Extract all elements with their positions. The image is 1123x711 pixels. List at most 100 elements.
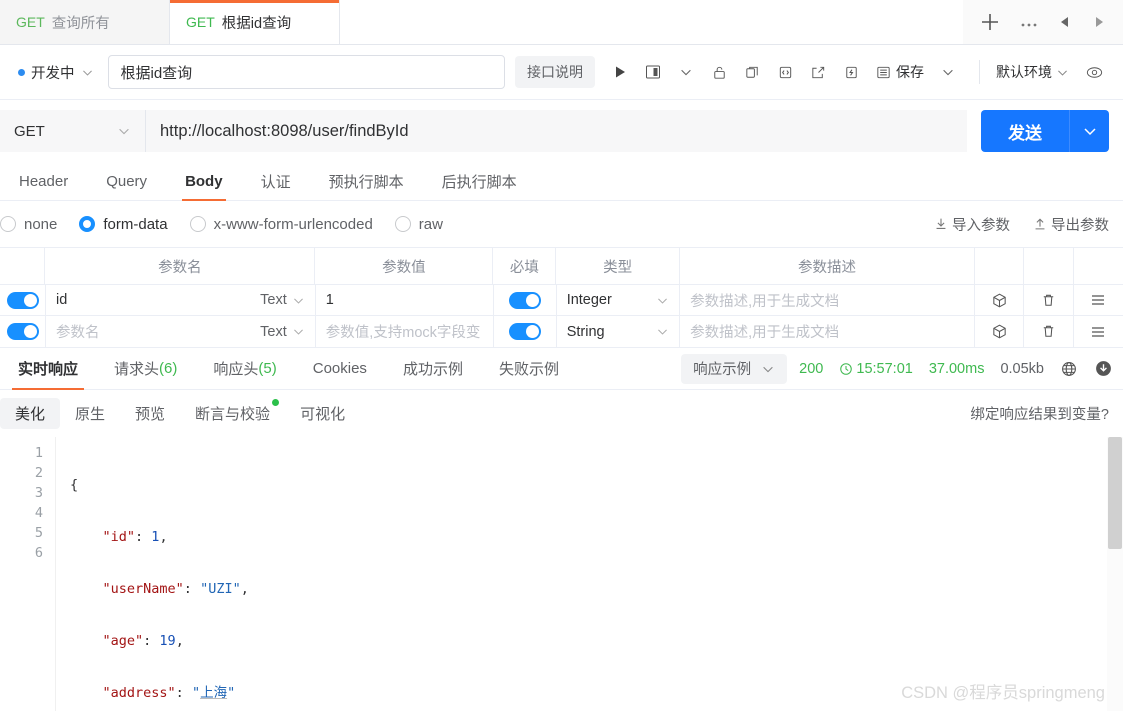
download-icon bbox=[936, 218, 946, 229]
cube-icon bbox=[991, 323, 1008, 340]
chevron-down-icon bbox=[658, 329, 668, 335]
code-icon[interactable] bbox=[770, 57, 800, 87]
save-dropdown-icon[interactable] bbox=[933, 57, 963, 87]
request-tab-strip: GET 查询所有 GET 根据id查询 bbox=[0, 0, 1123, 45]
body-type-label: raw bbox=[418, 215, 443, 233]
more-tabs-icon[interactable] bbox=[1019, 12, 1039, 32]
param-name-type-selector[interactable]: Text bbox=[260, 292, 305, 308]
send-options-button[interactable] bbox=[1069, 110, 1109, 152]
body-type-form-data[interactable]: form-data bbox=[79, 216, 168, 233]
mock-icon[interactable] bbox=[836, 57, 866, 87]
view-tab-assertions[interactable]: 断言与校验 bbox=[180, 398, 285, 429]
body-type-urlencoded[interactable]: x-www-form-urlencoded bbox=[189, 216, 373, 233]
view-tab-beautify[interactable]: 美化 bbox=[0, 398, 61, 429]
row-enable-toggle[interactable] bbox=[0, 285, 46, 315]
view-tab-preview[interactable]: 预览 bbox=[120, 398, 180, 429]
api-status-selector[interactable]: 开发中 bbox=[14, 62, 98, 83]
param-name-input[interactable]: id bbox=[56, 292, 67, 308]
param-desc-input[interactable]: 参数描述,用于生成文档 bbox=[690, 290, 839, 311]
row-name-cell[interactable]: 参数名 Text bbox=[46, 316, 316, 347]
run-icon[interactable] bbox=[605, 57, 635, 87]
row-name-cell[interactable]: id Text bbox=[46, 285, 316, 315]
row-delete-button[interactable] bbox=[1024, 316, 1074, 347]
param-table-header-row: 参数名 参数值 必填 类型 参数描述 bbox=[0, 248, 1123, 285]
response-tab-cookies[interactable]: Cookies bbox=[295, 348, 385, 389]
bind-response-variable-link[interactable]: 绑定响应结果到变量? bbox=[970, 403, 1109, 424]
row-enable-toggle[interactable] bbox=[0, 316, 46, 347]
send-button-group: 发送 bbox=[981, 110, 1109, 152]
environment-selector[interactable]: 默认环境 bbox=[996, 62, 1069, 82]
row-value-cell[interactable]: 参数值,支持mock字段变 bbox=[316, 316, 494, 347]
body-type-raw[interactable]: raw bbox=[394, 215, 443, 233]
row-value-cell[interactable]: 1 bbox=[316, 285, 494, 315]
request-tab-postscript[interactable]: 后执行脚本 bbox=[423, 162, 536, 200]
header-param-name: 参数名 bbox=[45, 248, 316, 284]
row-drag-handle[interactable] bbox=[1074, 316, 1123, 347]
json-response-code[interactable]: { "id": 1, "userName": "UZI", "age": 19,… bbox=[56, 437, 1123, 711]
body-type-none[interactable]: none bbox=[0, 216, 57, 233]
send-button[interactable]: 发送 bbox=[981, 110, 1069, 152]
param-name-type-selector[interactable]: Text bbox=[260, 324, 305, 340]
response-duration-label: 37.00ms bbox=[928, 360, 985, 377]
scroll-tabs-right-icon[interactable] bbox=[1091, 14, 1107, 30]
api-doc-button[interactable]: 接口说明 bbox=[515, 56, 595, 88]
request-url-input[interactable]: http://localhost:8098/user/findById bbox=[146, 110, 967, 152]
response-tab-count: (5) bbox=[258, 360, 277, 377]
row-required-toggle[interactable] bbox=[494, 285, 557, 315]
response-example-selector[interactable]: 响应示例 bbox=[681, 353, 788, 384]
param-desc-input[interactable]: 参数描述,用于生成文档 bbox=[690, 321, 839, 342]
view-tab-visualize[interactable]: 可视化 bbox=[285, 398, 360, 429]
response-scrollbar-track[interactable] bbox=[1107, 437, 1123, 711]
copy-icon[interactable] bbox=[737, 57, 767, 87]
param-name-input[interactable]: 参数名 bbox=[56, 321, 100, 342]
request-tab-prescript[interactable]: 预执行脚本 bbox=[310, 162, 423, 200]
globe-icon[interactable] bbox=[1060, 360, 1078, 378]
row-desc-cell[interactable]: 参数描述,用于生成文档 bbox=[680, 316, 976, 347]
row-required-toggle[interactable] bbox=[494, 316, 557, 347]
request-tab-0[interactable]: GET 查询所有 bbox=[0, 0, 170, 44]
row-delete-button[interactable] bbox=[1024, 285, 1074, 315]
request-tab-header[interactable]: Header bbox=[0, 162, 87, 200]
row-mock-button[interactable] bbox=[975, 316, 1025, 347]
api-name-input[interactable] bbox=[107, 55, 505, 89]
toggle-switch-icon bbox=[6, 291, 39, 309]
request-tab-auth[interactable]: 认证 bbox=[242, 162, 310, 200]
add-tab-icon[interactable] bbox=[979, 11, 1001, 33]
import-params-button[interactable]: 导入参数 bbox=[933, 214, 1010, 235]
scroll-tabs-left-icon[interactable] bbox=[1057, 14, 1073, 30]
header-action-col-1 bbox=[975, 248, 1025, 284]
save-button[interactable]: 保存 bbox=[869, 57, 930, 87]
response-tab-failure-example[interactable]: 失败示例 bbox=[481, 348, 577, 389]
export-params-label: 导出参数 bbox=[1051, 217, 1109, 234]
row-drag-handle[interactable] bbox=[1074, 285, 1123, 315]
response-tab-realtime[interactable]: 实时响应 bbox=[0, 348, 96, 390]
response-tab-label: Cookies bbox=[312, 360, 367, 377]
request-tab-query[interactable]: Query bbox=[87, 162, 166, 200]
doc-panel-dropdown-icon[interactable] bbox=[671, 57, 701, 87]
download-response-icon[interactable] bbox=[1094, 359, 1113, 378]
view-tab-raw[interactable]: 原生 bbox=[60, 398, 120, 429]
response-tab-success-example[interactable]: 成功示例 bbox=[385, 348, 481, 389]
api-toolbar: 开发中 接口说明 bbox=[0, 45, 1123, 100]
row-desc-cell[interactable]: 参数描述,用于生成文档 bbox=[680, 285, 976, 315]
row-type-selector[interactable]: String bbox=[557, 316, 681, 347]
json-value-age: 19 bbox=[159, 633, 176, 649]
export-params-button[interactable]: 导出参数 bbox=[1032, 214, 1109, 235]
param-value-input[interactable]: 1 bbox=[326, 292, 334, 308]
http-method-selector[interactable]: GET bbox=[0, 110, 146, 152]
body-type-label: none bbox=[24, 215, 58, 233]
row-type-selector[interactable]: Integer bbox=[557, 285, 681, 315]
request-tab-1[interactable]: GET 根据id查询 bbox=[170, 0, 340, 44]
response-tab-label: 实时响应 bbox=[18, 361, 79, 378]
lock-icon[interactable] bbox=[704, 57, 734, 87]
request-tab-body[interactable]: Body bbox=[166, 162, 242, 201]
row-mock-button[interactable] bbox=[975, 285, 1025, 315]
response-tab-request-headers[interactable]: 请求头 (6) bbox=[96, 348, 195, 389]
eye-icon[interactable] bbox=[1079, 57, 1109, 87]
param-value-input[interactable]: 参数值,支持mock字段变 bbox=[326, 321, 481, 342]
header-action-col-2 bbox=[1024, 248, 1074, 284]
share-icon[interactable] bbox=[803, 57, 833, 87]
doc-panel-icon[interactable] bbox=[638, 57, 668, 87]
response-scrollbar-thumb[interactable] bbox=[1108, 437, 1122, 549]
response-tab-response-headers[interactable]: 响应头 (5) bbox=[195, 348, 294, 389]
